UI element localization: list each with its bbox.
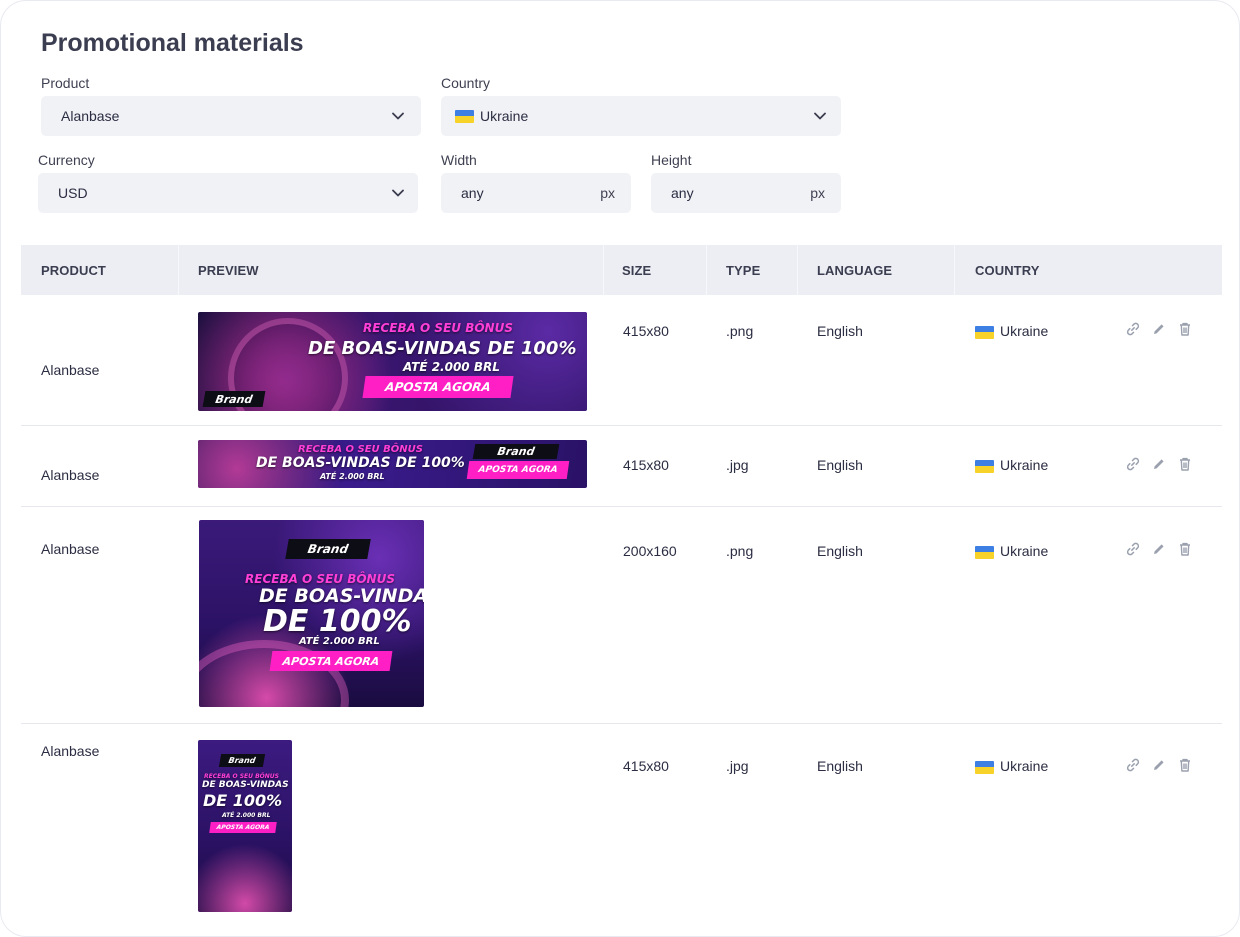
currency-select-value: USD: [58, 185, 88, 201]
row-actions: [1125, 541, 1193, 557]
row-type: .jpg: [726, 457, 749, 473]
height-input-placeholder: any: [671, 185, 694, 201]
link-icon[interactable]: [1125, 456, 1141, 472]
row-country-label: Ukraine: [1000, 323, 1049, 339]
page-title: Promotional materials: [41, 29, 304, 57]
country-label: Country: [441, 75, 491, 91]
ukraine-flag-icon: [455, 109, 474, 123]
height-label: Height: [651, 152, 692, 168]
ukraine-flag-icon: [975, 459, 994, 473]
width-input-placeholder: any: [461, 185, 484, 201]
row-country: Ukraine: [975, 543, 1048, 559]
column-header-country[interactable]: COUNTRY: [975, 263, 1040, 278]
width-unit: px: [600, 185, 615, 201]
row-language: English: [817, 323, 863, 339]
product-select[interactable]: Alanbase: [41, 96, 421, 136]
banner-preview-image[interactable]: Brand RECEBA O SEU BÔNUS DE BOAS-VINDAS …: [198, 740, 292, 912]
table-row: Alanbase RECEBA O SEU BÔNUS DE BOAS-VIND…: [21, 426, 1222, 507]
width-label: Width: [441, 152, 477, 168]
height-unit: px: [810, 185, 825, 201]
promotional-materials-card: Promotional materials Product Alanbase C…: [0, 0, 1240, 937]
row-product: Alanbase: [41, 362, 100, 378]
row-country: Ukraine: [975, 758, 1048, 774]
pencil-icon[interactable]: [1151, 456, 1167, 472]
table-row: Alanbase RECEBA O SEU BÔNUS DE BOAS-VIND…: [21, 295, 1222, 426]
column-header-type[interactable]: TYPE: [726, 263, 760, 278]
row-product: Alanbase: [41, 743, 100, 759]
row-size: 200x160: [623, 543, 677, 559]
banner-preview-image[interactable]: RECEBA O SEU BÔNUS DE BOAS-VINDAS DE 100…: [198, 440, 587, 488]
row-actions: [1125, 456, 1193, 472]
ukraine-flag-icon: [975, 545, 994, 559]
ukraine-flag-icon: [975, 325, 994, 339]
row-language: English: [817, 543, 863, 559]
product-label: Product: [41, 75, 90, 91]
chevron-down-icon: [813, 109, 827, 123]
row-country-label: Ukraine: [1000, 457, 1049, 473]
trash-icon[interactable]: [1177, 757, 1193, 773]
trash-icon[interactable]: [1177, 456, 1193, 472]
table-header: PRODUCT PREVIEW SIZE TYPE LANGUAGE COUNT…: [21, 245, 1222, 295]
link-icon[interactable]: [1125, 757, 1141, 773]
height-input[interactable]: any px: [651, 173, 841, 213]
country-select[interactable]: Ukraine: [441, 96, 841, 136]
table-row: Alanbase Brand RECEBA O SEU BÔNUS DE BOA…: [21, 724, 1222, 924]
row-country-label: Ukraine: [1000, 543, 1049, 559]
row-country-label: Ukraine: [1000, 758, 1049, 774]
row-size: 415x80: [623, 457, 669, 473]
currency-select[interactable]: USD: [38, 173, 418, 213]
table-row: Alanbase Brand RECEBA O SEU BÔNUS DE BOA…: [21, 507, 1222, 724]
row-language: English: [817, 758, 863, 774]
banner-preview-image[interactable]: Brand RECEBA O SEU BÔNUS DE BOAS-VINDAS …: [199, 520, 424, 707]
row-actions: [1125, 321, 1193, 337]
row-product: Alanbase: [41, 467, 100, 483]
chevron-down-icon: [391, 186, 405, 200]
pencil-icon[interactable]: [1151, 757, 1167, 773]
row-size: 415x80: [623, 323, 669, 339]
currency-label: Currency: [38, 152, 95, 168]
trash-icon[interactable]: [1177, 541, 1193, 557]
banner-preview-image[interactable]: RECEBA O SEU BÔNUS DE BOAS-VINDAS DE 100…: [198, 312, 587, 411]
column-header-size[interactable]: SIZE: [622, 263, 651, 278]
link-icon[interactable]: [1125, 541, 1141, 557]
product-select-value: Alanbase: [61, 108, 120, 124]
row-country: Ukraine: [975, 323, 1048, 339]
link-icon[interactable]: [1125, 321, 1141, 337]
row-type: .png: [726, 543, 754, 559]
row-language: English: [817, 457, 863, 473]
pencil-icon[interactable]: [1151, 321, 1167, 337]
row-actions: [1125, 757, 1193, 773]
trash-icon[interactable]: [1177, 321, 1193, 337]
column-header-preview[interactable]: PREVIEW: [198, 263, 259, 278]
column-header-product[interactable]: PRODUCT: [41, 263, 106, 278]
row-product: Alanbase: [41, 541, 100, 557]
pencil-icon[interactable]: [1151, 541, 1167, 557]
country-select-value: Ukraine: [480, 108, 529, 124]
chevron-down-icon: [391, 109, 405, 123]
row-type: .png: [726, 323, 754, 339]
row-size: 415x80: [623, 758, 669, 774]
width-input[interactable]: any px: [441, 173, 631, 213]
row-country: Ukraine: [975, 457, 1048, 473]
column-header-language[interactable]: LANGUAGE: [817, 263, 892, 278]
row-type: .jpg: [726, 758, 749, 774]
ukraine-flag-icon: [975, 760, 994, 774]
